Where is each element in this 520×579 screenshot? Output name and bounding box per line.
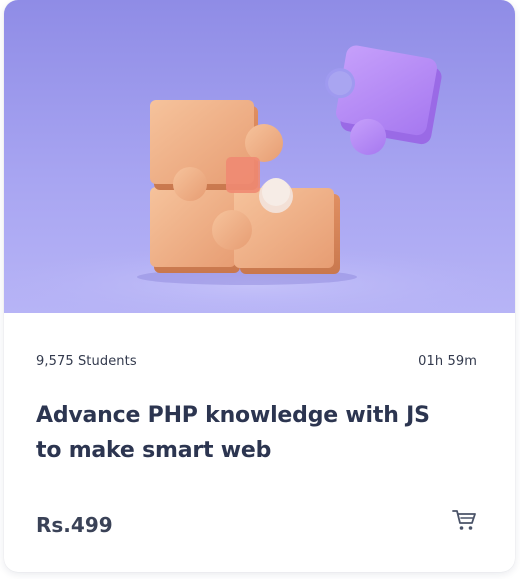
course-price: Rs.499 <box>36 513 113 537</box>
course-duration: 01h 59m <box>418 353 477 369</box>
students-count: 9,575 Students <box>36 353 137 369</box>
shopping-cart-icon <box>452 510 476 530</box>
puzzle-illustration <box>4 0 515 313</box>
course-meta: 9,575 Students 01h 59m <box>36 351 477 371</box>
course-thumbnail[interactable] <box>4 0 515 313</box>
add-to-cart-button[interactable] <box>451 508 477 532</box>
course-card[interactable]: 9,575 Students 01h 59m Advance PHP knowl… <box>4 0 515 572</box>
course-title[interactable]: Advance PHP knowledge with JS to make sm… <box>36 398 456 468</box>
